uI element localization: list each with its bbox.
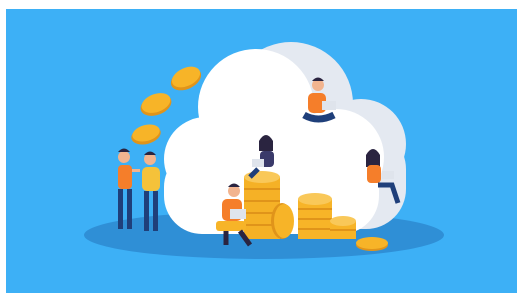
loose-coin — [356, 237, 388, 251]
illustration-canvas — [84, 42, 444, 259]
image-frame — [0, 0, 523, 300]
floating-coin — [170, 66, 202, 91]
coin-stack — [298, 193, 332, 239]
illustration-scene — [6, 9, 517, 293]
floating-coin — [131, 124, 161, 145]
coin-stack — [330, 216, 356, 239]
standing-coin — [271, 203, 294, 239]
person-standing-orange — [118, 148, 140, 229]
floating-coin — [140, 93, 172, 116]
